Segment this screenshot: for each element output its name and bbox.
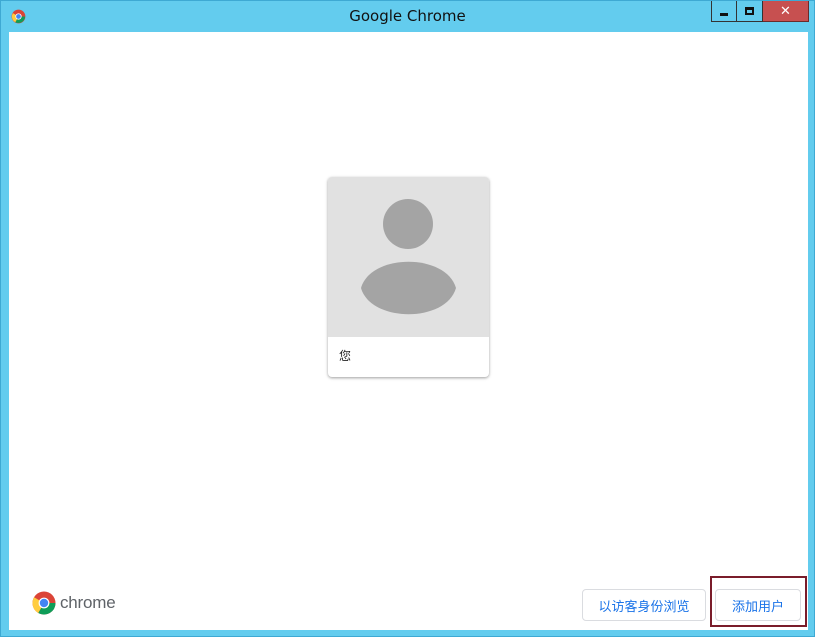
title-bar[interactable]: Google Chrome ✕ (1, 1, 814, 31)
close-button[interactable]: ✕ (763, 1, 809, 22)
add-user-focus-highlight (710, 576, 807, 627)
default-avatar-icon (361, 199, 456, 315)
chrome-logo: chrome (32, 591, 116, 615)
window-controls: ✕ (711, 1, 809, 22)
chrome-wordmark: chrome (60, 593, 116, 612)
browse-as-guest-button[interactable]: 以访客身份浏览 (582, 589, 706, 621)
profile-name: 您 (339, 349, 352, 363)
maximize-icon (745, 7, 754, 15)
profile-card[interactable]: 您 (328, 177, 489, 377)
window-title: Google Chrome (349, 7, 466, 25)
profile-picker: 您 chrome 以访客身份浏览 添加用户 (9, 32, 808, 630)
chrome-logo-icon (32, 591, 56, 615)
minimize-button[interactable] (711, 1, 737, 22)
avatar (328, 177, 489, 337)
close-icon: ✕ (780, 3, 791, 19)
maximize-button[interactable] (737, 1, 763, 22)
minimize-icon (720, 12, 728, 16)
chrome-window: Google Chrome ✕ 您 chrome 以访客身份浏览 添加用户 (0, 0, 815, 637)
